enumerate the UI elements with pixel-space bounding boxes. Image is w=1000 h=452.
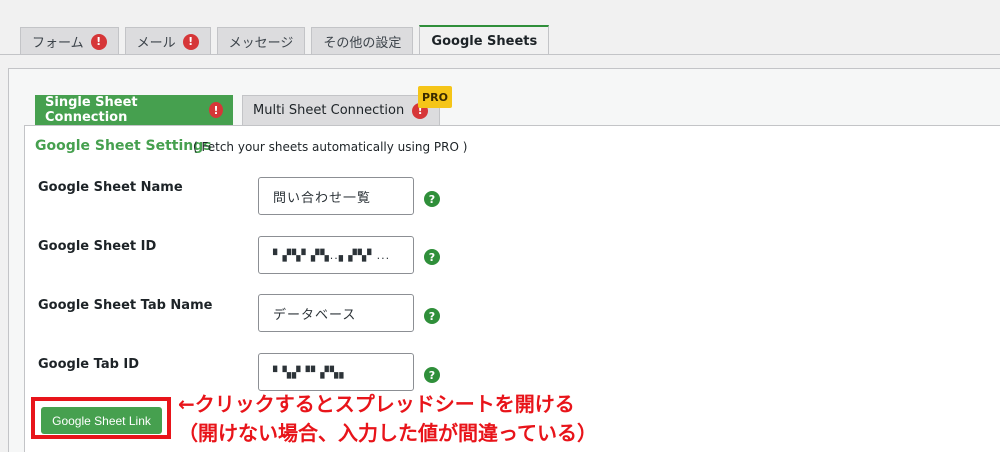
tab-other-settings[interactable]: その他の設定	[311, 27, 414, 55]
help-icon[interactable]: ?	[424, 191, 440, 207]
tab-label: フォーム	[32, 36, 84, 51]
tab-label: その他の設定	[323, 36, 402, 51]
tab-label: メッセージ	[228, 36, 294, 51]
tab-id-label: Google Tab ID	[38, 357, 140, 372]
tab-mail[interactable]: メール!	[124, 27, 211, 55]
tab-form[interactable]: フォーム!	[20, 27, 119, 55]
help-icon[interactable]: ?	[424, 367, 440, 383]
settings-note: ( Fetch your sheets automatically using …	[193, 140, 468, 154]
alert-icon: !	[209, 102, 223, 118]
sheet-name-label: Google Sheet Name	[38, 180, 183, 195]
tab-message[interactable]: メッセージ	[216, 27, 306, 55]
google-sheet-link-button[interactable]: Google Sheet Link	[41, 407, 162, 434]
help-icon[interactable]: ?	[424, 308, 440, 324]
settings-title: Google Sheet Settings	[35, 138, 212, 154]
tab-label: Multi Sheet Connection	[253, 103, 405, 118]
annotation-line-1: ←クリックするとスプレッドシートを開ける	[178, 392, 575, 416]
tab-id-input[interactable]: ▘▚▞▝▘▞▚▖	[258, 353, 414, 391]
sheet-tab-name-label: Google Sheet Tab Name	[38, 298, 213, 313]
annotation-line-2: （開けない場合、入力した値が間違っている）	[178, 421, 597, 445]
tab-divider	[0, 54, 1000, 55]
sheet-tab-name-input[interactable]: データベース	[258, 294, 414, 332]
tab-multi-sheet-connection[interactable]: Multi Sheet Connection !	[242, 95, 440, 125]
help-icon[interactable]: ?	[424, 249, 440, 265]
pro-badge: PRO	[418, 86, 452, 108]
alert-icon: !	[90, 33, 107, 50]
sheet-id-input[interactable]: ▘▞▚▘▞▚..▖▞▚▘...	[258, 236, 414, 274]
top-tab-bar: フォーム! メール! メッセージ その他の設定 Google Sheets	[20, 25, 550, 55]
tab-label: メール	[136, 36, 176, 51]
tab-single-sheet-connection[interactable]: Single Sheet Connection !	[35, 95, 233, 125]
alert-icon: !	[182, 33, 199, 50]
sheet-name-input[interactable]: 問い合わせ一覧	[258, 177, 414, 215]
tab-label: Google Sheets	[431, 33, 538, 49]
tab-label: Single Sheet Connection	[45, 95, 138, 125]
tab-google-sheets[interactable]: Google Sheets	[419, 25, 550, 55]
sheet-id-label: Google Sheet ID	[38, 239, 157, 254]
